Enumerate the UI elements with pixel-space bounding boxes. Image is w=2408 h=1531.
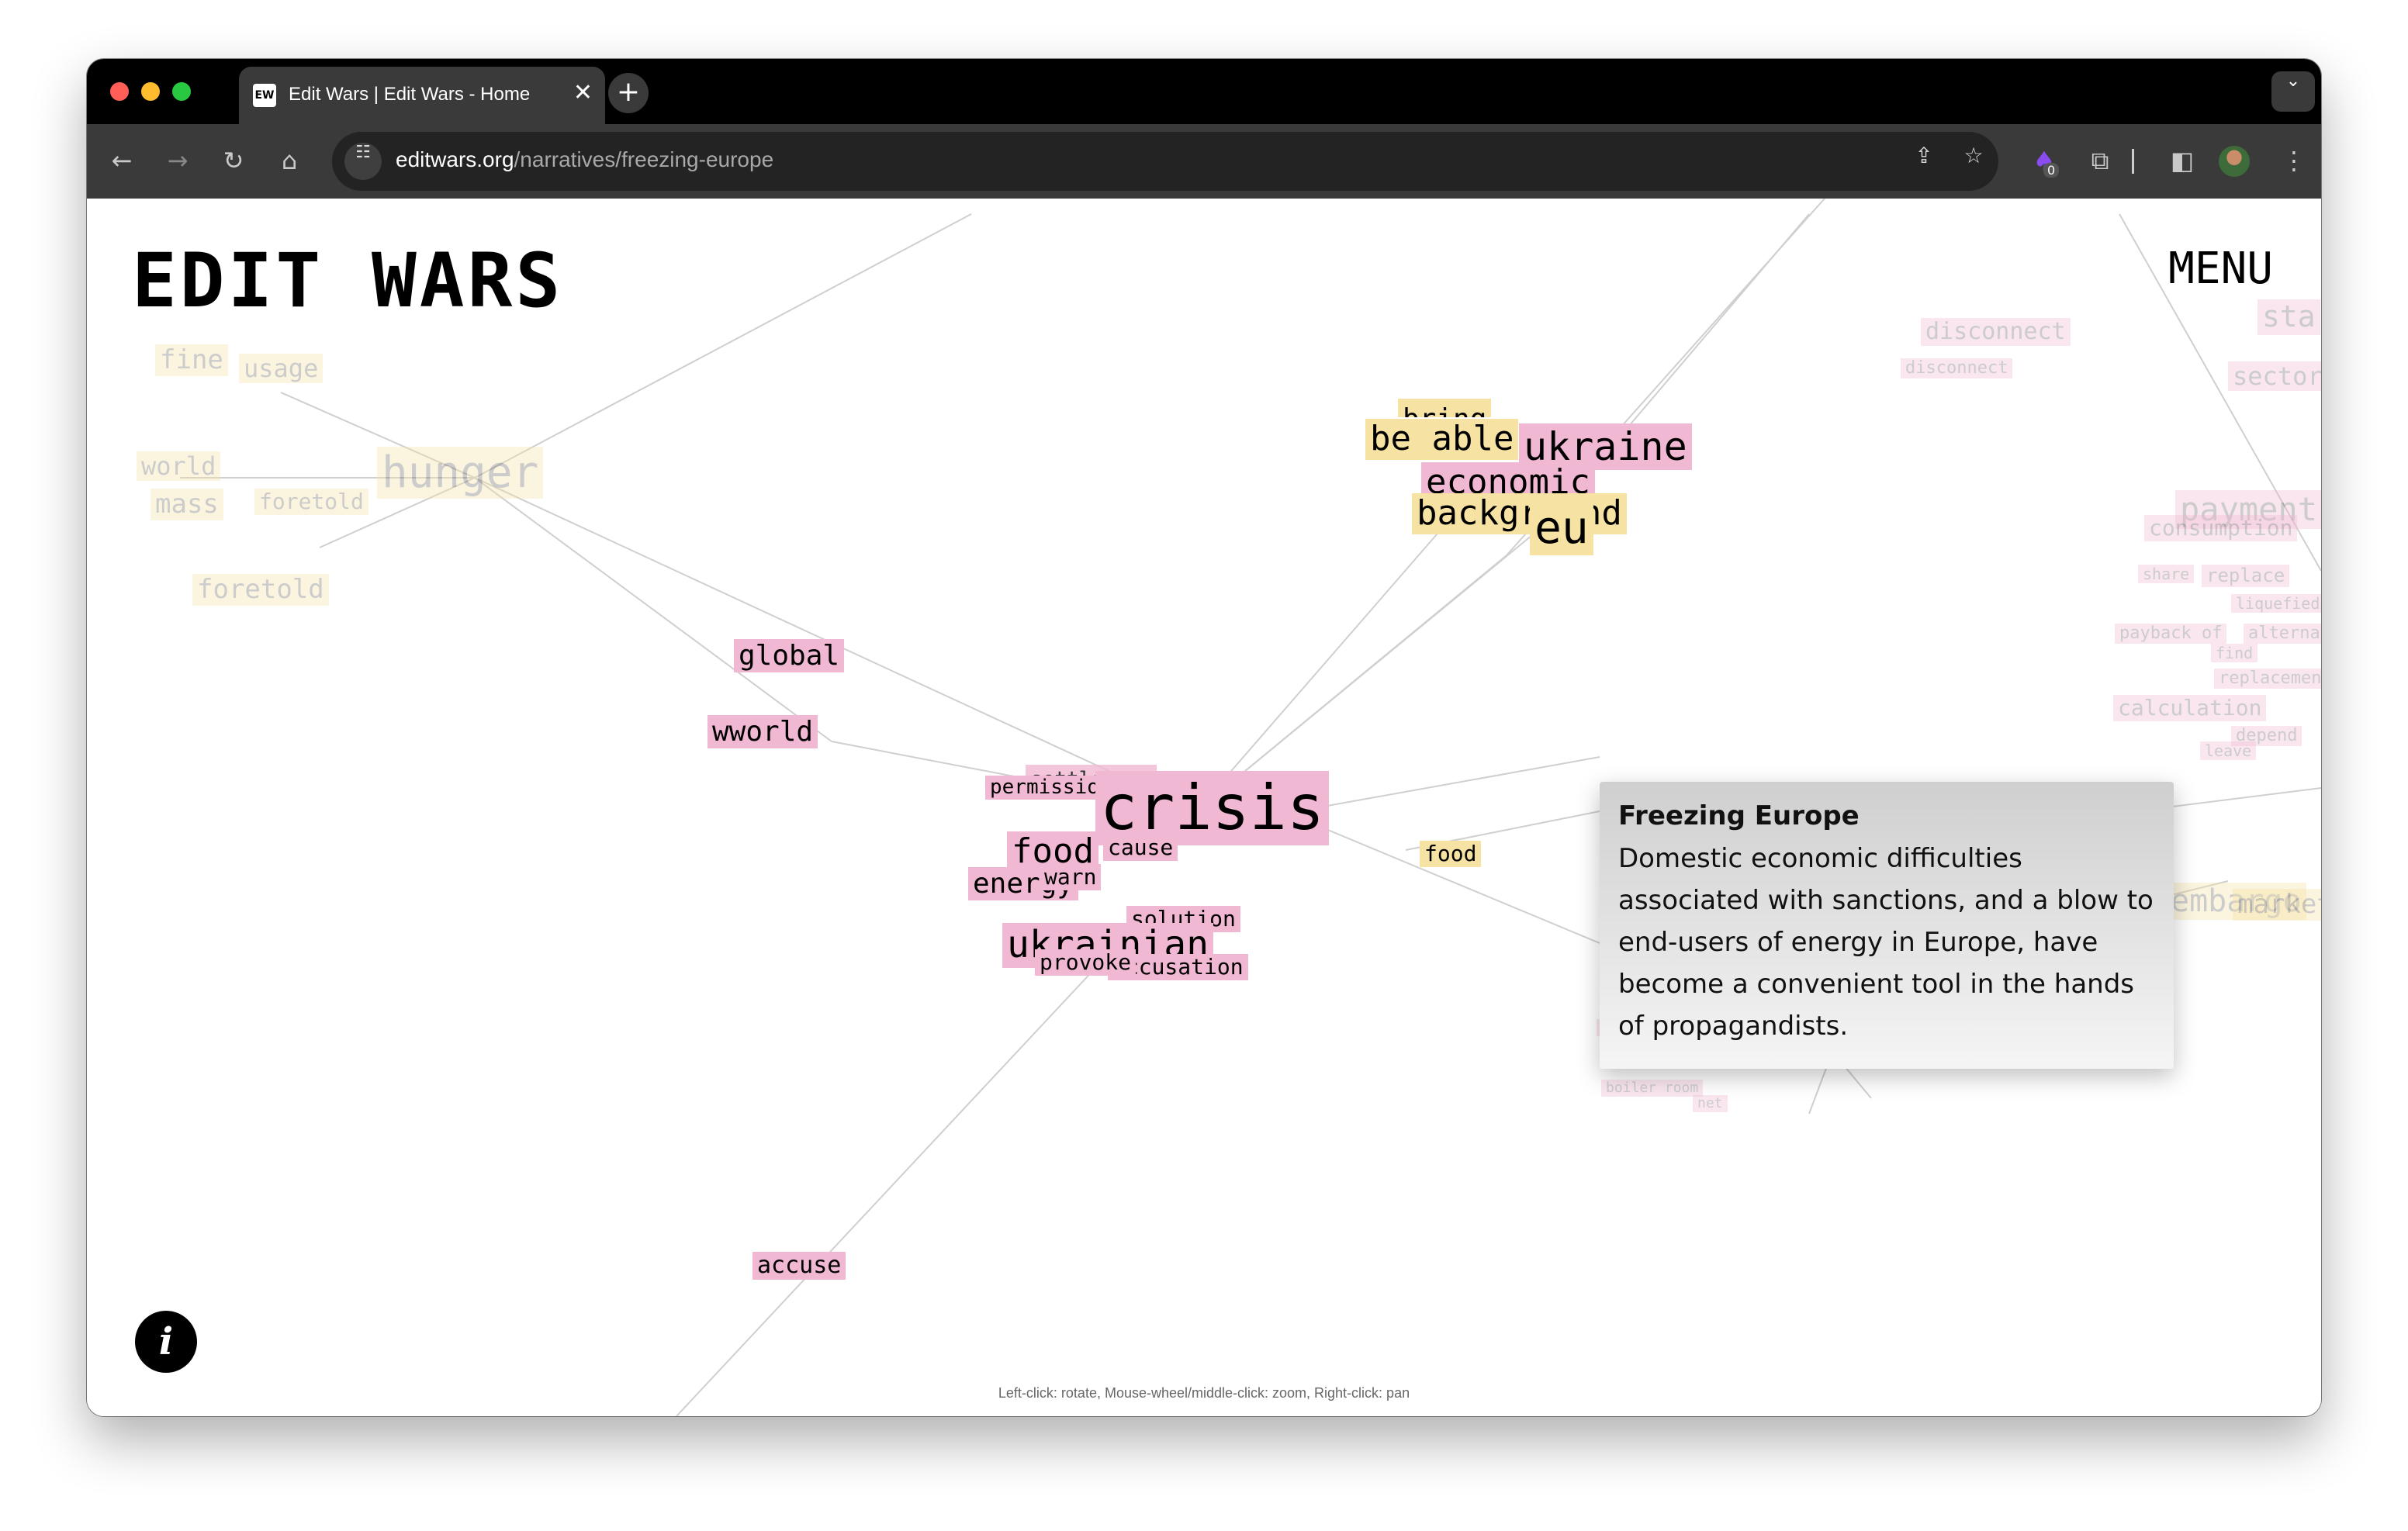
node-sector[interactable]: sector [2228,361,2321,392]
node-market[interactable]: market [2233,889,2321,921]
new-tab-button[interactable]: + [608,73,649,113]
narrative-tooltip: Freezing Europe Domestic economic diffic… [1600,782,2174,1069]
tab-search-button[interactable]: ⌄ [2271,71,2315,112]
side-panel-icon[interactable]: ◧ [2163,141,2202,180]
node-fine[interactable]: fine [155,344,228,376]
node-sta[interactable]: sta [2258,299,2320,335]
browser-window: EW Edit Wars | Edit Wars - Home ✕ + ⌄ ← … [87,59,2321,1416]
node-payback[interactable]: payback of [2115,624,2227,645]
node-disconnect[interactable]: disconnect [1921,318,2071,346]
node-find[interactable]: find [2211,644,2258,662]
node-cause[interactable]: cause [1103,835,1178,861]
active-tab[interactable]: EW Edit Wars | Edit Wars - Home ✕ [239,67,605,124]
home-icon[interactable]: ⌂ [270,141,309,180]
node-background[interactable]: background [1412,493,1627,534]
site-logo[interactable]: EDIT WARS [132,237,563,324]
node-warn[interactable]: warn [1040,864,1102,890]
close-tab-icon[interactable]: ✕ [573,79,593,106]
close-window-dot[interactable] [110,82,129,101]
profile-avatar[interactable] [2219,146,2250,177]
browser-toolbar: ← → ↻ ⌂ ☷ editwars.org/narratives/freezi… [87,124,2321,199]
node-eu[interactable]: eu [1530,501,1593,555]
node-share[interactable]: share [2138,565,2195,583]
controls-hint: Left-click: rotate, Mouse-wheel/middle-c… [998,1385,1410,1401]
node-replace[interactable]: replace [2202,565,2290,587]
tooltip-body: Domestic economic difficulties associate… [1618,843,2154,1042]
extensions-puzzle-icon[interactable]: ⧉ [2081,141,2119,180]
node-usage[interactable]: usage [239,354,323,384]
node-be-able[interactable]: be able [1365,419,1519,460]
tab-strip: EW Edit Wars | Edit Wars - Home ✕ + ⌄ [87,59,2321,124]
share-icon[interactable]: ⇪ [1905,143,1943,180]
favicon-icon: EW [253,84,276,107]
back-icon[interactable]: ← [102,141,141,180]
forward-icon[interactable]: → [158,141,197,180]
more-menu-icon[interactable]: ⋮ [2275,141,2313,180]
node-mass[interactable]: mass [150,489,223,520]
tooltip-title: Freezing Europe [1618,800,1860,831]
node-global[interactable]: global [734,639,845,673]
node-bring[interactable]: bring [1398,399,1492,417]
node-hunger[interactable]: hunger [377,447,544,499]
site-info-icon[interactable]: ☷ [344,143,382,180]
reload-icon[interactable]: ↻ [214,141,253,180]
address-bar[interactable]: ☷ editwars.org/narratives/freezing-europ… [332,132,1998,191]
node-leave[interactable]: leave [2200,741,2257,760]
node-foretold[interactable]: foretold [192,574,329,606]
menu-button[interactable]: MENU [2168,244,2273,294]
node-wworld[interactable]: wworld [708,715,818,749]
node-boiler-room[interactable]: boiler room [1601,1080,1704,1097]
node-replacement[interactable]: replacement [2214,669,2321,689]
node-accuse[interactable]: accuse [752,1252,846,1280]
extension-badge: 0 [2043,163,2060,178]
node-alternat[interactable]: alternat [2244,624,2321,645]
url-text[interactable]: editwars.org/narratives/freezing-europe [396,147,773,172]
tab-title: Edit Wars | Edit Wars - Home [289,84,531,105]
node-provoke[interactable]: provoke [1035,949,1137,976]
node-foretold-small[interactable]: foretold [254,489,368,515]
node-disconnect-small[interactable]: disconnect [1901,358,2013,379]
node-world[interactable]: world [137,451,221,482]
node-net[interactable]: net [1693,1095,1728,1112]
toolbar-divider [2132,149,2134,174]
node-calculation[interactable]: calculation [2113,695,2267,721]
node-liquefied[interactable]: liquefied [2231,594,2321,613]
node-food-small[interactable]: food [1420,841,1482,867]
minimize-window-dot[interactable] [141,82,160,101]
info-button[interactable]: i [135,1311,197,1373]
bookmark-star-icon[interactable]: ☆ [1955,143,1992,180]
node-consumption[interactable]: consumption [2144,515,2298,541]
page-content[interactable]: EDIT WARS MENU fine usage world hunger m… [87,199,2321,1416]
maximize-window-dot[interactable] [172,82,191,101]
